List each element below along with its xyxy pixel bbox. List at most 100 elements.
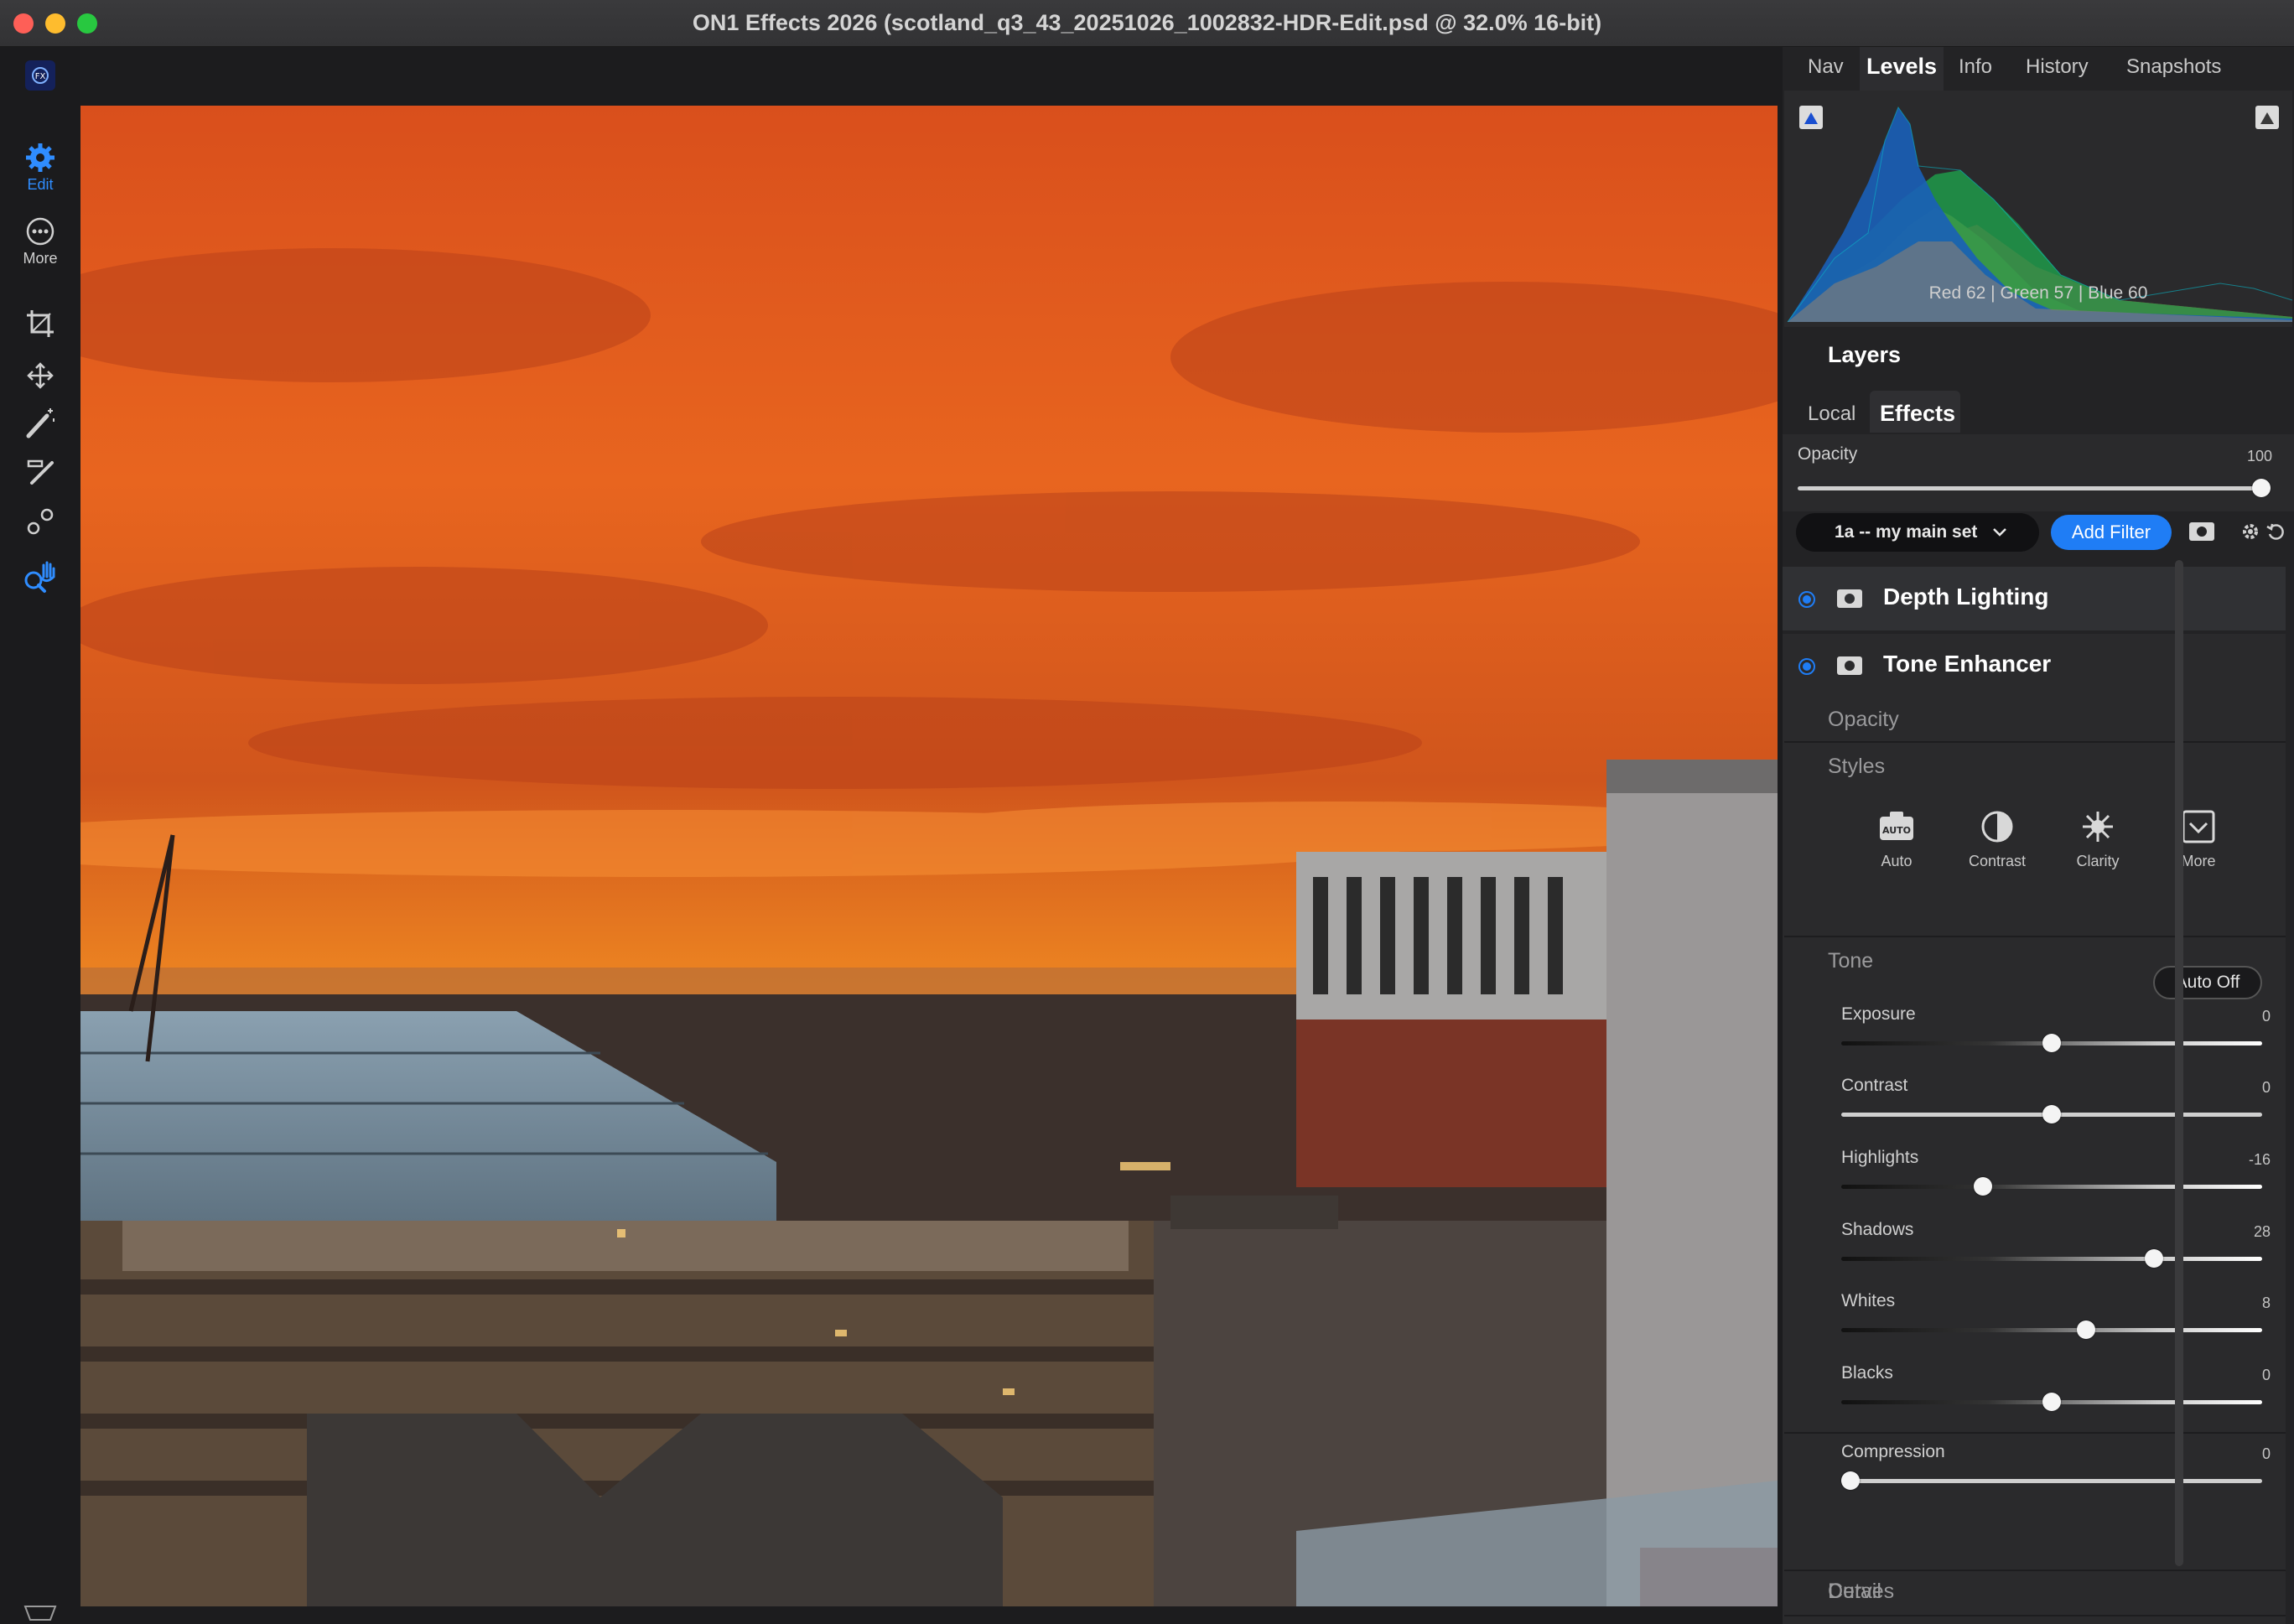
auto-off-button[interactable]: Auto Off [2153, 966, 2262, 999]
slider-label: Whites [1841, 1291, 1896, 1310]
filter-mask-icon[interactable] [1836, 656, 1863, 680]
layer-opacity-track[interactable] [1798, 486, 2271, 490]
layers-title: Layers [1828, 342, 1902, 367]
divider [1784, 1570, 2286, 1571]
brush-tool[interactable] [0, 454, 80, 488]
more-dots-icon [26, 217, 54, 246]
crop-tool[interactable] [0, 307, 80, 340]
preset-dropdown-label: 1a -- my main set [1835, 522, 1978, 542]
panel-top-tabs: Nav Levels Info History Snapshots [1783, 47, 2294, 91]
slider-track[interactable] [1841, 1185, 2262, 1189]
zoom-hand-icon [24, 561, 55, 593]
auto-icon: AUTO [1880, 812, 1913, 840]
layer-opacity-block: Opacity 100 [1783, 434, 2294, 511]
more-chevron-icon [2182, 810, 2215, 843]
style-contrast-label: Contrast [1968, 853, 2027, 869]
slider-value: 0 [2261, 1445, 2271, 1462]
clone-tool[interactable] [0, 505, 80, 538]
slider-track[interactable] [1841, 1479, 2262, 1483]
tone-section-label[interactable]: Tone [1828, 949, 1873, 973]
shadow-clip-button[interactable] [1799, 106, 1823, 129]
tab-levels[interactable]: Levels [1866, 54, 1937, 80]
slider-track[interactable] [1841, 1328, 2262, 1332]
chevron-down-icon [1993, 528, 2007, 537]
on1-logo-icon: FX [25, 60, 55, 91]
filter-depth-lighting[interactable]: Depth Lighting [1783, 567, 2286, 630]
photo-sunset-city [80, 106, 1778, 1606]
tab-snapshots[interactable]: Snapshots [2126, 55, 2221, 79]
divider [1784, 936, 2286, 937]
slider-knob[interactable] [1841, 1471, 1860, 1490]
layer-opacity-label: Opacity [1798, 444, 1858, 464]
tool-edit[interactable]: Edit [0, 141, 80, 194]
edit-gear-icon [26, 143, 54, 172]
divider [1784, 1615, 2286, 1616]
magic-wand-icon [26, 408, 54, 438]
brush-icon [27, 459, 54, 485]
slider-label: Contrast [1841, 1076, 1908, 1095]
style-auto-label: Auto [1881, 853, 1913, 869]
filter-opacity-label[interactable]: Opacity [1828, 708, 1899, 732]
style-auto-button[interactable]: AUTO Auto [1855, 810, 1938, 870]
slider-track[interactable] [1841, 1257, 2262, 1261]
filter-name: Tone Enhancer [1883, 651, 2052, 677]
layer-opacity-value: 100 [2246, 448, 2272, 464]
slider-knob[interactable] [2042, 1393, 2061, 1411]
style-more-button[interactable]: More [2156, 810, 2240, 870]
panel-scrollbar[interactable] [2175, 560, 2183, 1566]
slider-knob[interactable] [2042, 1034, 2061, 1052]
svg-text:FX: FX [35, 72, 46, 81]
tool-edit-label: Edit [27, 176, 54, 193]
clarity-icon [2083, 812, 2113, 842]
retouch-tool[interactable] [0, 406, 80, 439]
preset-dropdown[interactable]: 1a -- my main set [1796, 513, 2039, 552]
style-more-label: More [2181, 853, 2216, 869]
shadow-clip-triangle-icon [1804, 112, 1818, 124]
window-title: ON1 Effects 2026 (scotland_q3_43_2025102… [692, 10, 1602, 35]
styles-section-label[interactable]: Styles [1828, 755, 1885, 779]
layer-opacity-knob[interactable] [2252, 479, 2271, 497]
svg-text:AUTO: AUTO [1882, 825, 1911, 836]
filter-name: Depth Lighting [1883, 584, 2049, 610]
reset-icon[interactable] [2265, 521, 2286, 546]
style-clarity-label: Clarity [2076, 853, 2120, 869]
visibility-toggle-icon[interactable] [1798, 657, 1816, 680]
tool-more[interactable]: More [0, 215, 80, 267]
slider-label: Exposure [1841, 1004, 1916, 1024]
move-arrows-icon [27, 362, 54, 389]
zoom-hand-tool[interactable] [0, 558, 80, 595]
tab-local[interactable]: Local [1808, 402, 1855, 426]
curves-section-label[interactable]: Curves [1828, 1580, 1894, 1604]
settings-gear-icon[interactable] [2240, 521, 2260, 546]
image-canvas[interactable] [80, 106, 1778, 1606]
slider-value: 28 [2253, 1223, 2271, 1240]
highlight-clip-button[interactable] [2255, 106, 2279, 129]
contrast-icon [1981, 811, 2013, 843]
title-bar: ON1 Effects 2026 (scotland_q3_43_2025102… [0, 0, 2294, 47]
tab-history[interactable]: History [2026, 55, 2089, 79]
divider [1784, 1432, 2286, 1434]
style-contrast-button[interactable]: Contrast [1955, 810, 2039, 870]
filter-tone-enhancer[interactable]: Tone Enhancer [1783, 634, 2286, 698]
rgb-readout: Red 62 | Green 57 | Blue 60 [1928, 283, 2148, 303]
transform-tool[interactable] [0, 359, 80, 392]
slider-knob[interactable] [2076, 1320, 2095, 1339]
style-clarity-button[interactable]: Clarity [2056, 810, 2140, 870]
filter-mask-icon[interactable] [1836, 589, 1863, 613]
bottom-tray-icon[interactable] [0, 1605, 80, 1621]
app-logo: FX [0, 59, 80, 92]
slider-label: Compression [1841, 1442, 1945, 1461]
tab-info[interactable]: Info [1959, 55, 1992, 79]
add-filter-button[interactable]: Add Filter [2051, 515, 2172, 550]
slider-value: 8 [2261, 1295, 2271, 1311]
tool-more-label: More [23, 250, 58, 267]
visibility-toggle-icon[interactable] [1798, 590, 1816, 613]
slider-label: Highlights [1841, 1148, 1919, 1167]
crop-icon [27, 310, 54, 337]
divider [1784, 741, 2286, 743]
tab-effects[interactable]: Effects [1880, 401, 1955, 427]
tab-nav[interactable]: Nav [1808, 55, 1844, 79]
right-panel: Nav Levels Info History Snapshots Red 62… [1783, 47, 2294, 1624]
mask-icon[interactable] [2188, 521, 2215, 546]
slider-knob[interactable] [2042, 1105, 2061, 1123]
